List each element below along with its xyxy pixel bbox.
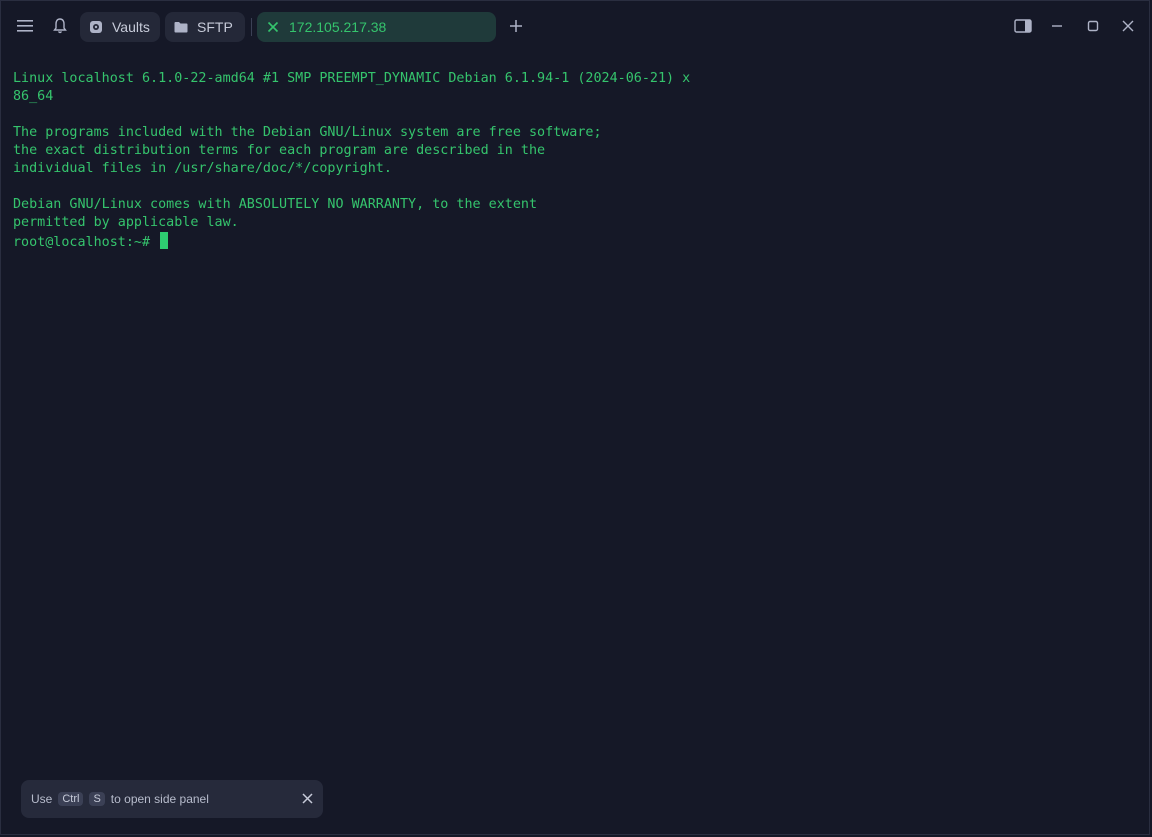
hint-prefix: Use [31,792,53,806]
terminal-line: Linux localhost 6.1.0-22-amd64 #1 SMP PR… [13,71,691,86]
side-panel-icon[interactable] [1011,14,1035,38]
minimize-icon[interactable] [1045,14,1069,38]
terminal-cursor [160,232,169,249]
close-window-icon[interactable] [1116,14,1140,38]
app-window: Vaults SFTP 172.105.217.38 Linux localho… [0,0,1150,835]
close-icon[interactable] [265,19,281,35]
terminal-line: the exact distribution terms for each pr… [13,143,546,158]
side-panel-hint: Use Ctrl S to open side panel [21,780,323,818]
tab-vaults[interactable]: Vaults [80,12,160,42]
terminal-output[interactable]: Linux localhost 6.1.0-22-amd64 #1 SMP PR… [13,52,1137,288]
hint-key-s: S [89,792,105,806]
add-tab-icon[interactable] [504,14,528,38]
prompt-line: root@localhost:~# [13,232,1137,252]
maximize-icon[interactable] [1081,14,1105,38]
tab-label: SFTP [197,19,233,35]
shell-prompt: root@localhost:~# [13,235,151,250]
tab-label: 172.105.217.38 [289,19,387,35]
bell-icon[interactable] [48,14,72,38]
tab-separator [251,18,252,36]
terminal-line: individual files in /usr/share/doc/*/cop… [13,161,392,176]
hint-close-icon[interactable] [299,790,315,806]
hint-suffix: to open side panel [110,792,209,806]
terminal-line: 86_64 [13,89,54,104]
tab-label: Vaults [112,19,150,35]
vault-icon [88,19,104,35]
tab-ssh-session[interactable]: 172.105.217.38 [257,12,496,42]
menu-icon[interactable] [13,14,37,38]
hint-key-ctrl: Ctrl [58,792,84,806]
title-bar: Vaults SFTP 172.105.217.38 [1,1,1149,53]
terminal-line: The programs included with the Debian GN… [13,125,602,140]
terminal-line: permitted by applicable law. [13,215,239,230]
folder-icon [173,19,189,35]
tab-sftp[interactable]: SFTP [165,12,245,42]
terminal-line: Debian GNU/Linux comes with ABSOLUTELY N… [13,197,538,212]
